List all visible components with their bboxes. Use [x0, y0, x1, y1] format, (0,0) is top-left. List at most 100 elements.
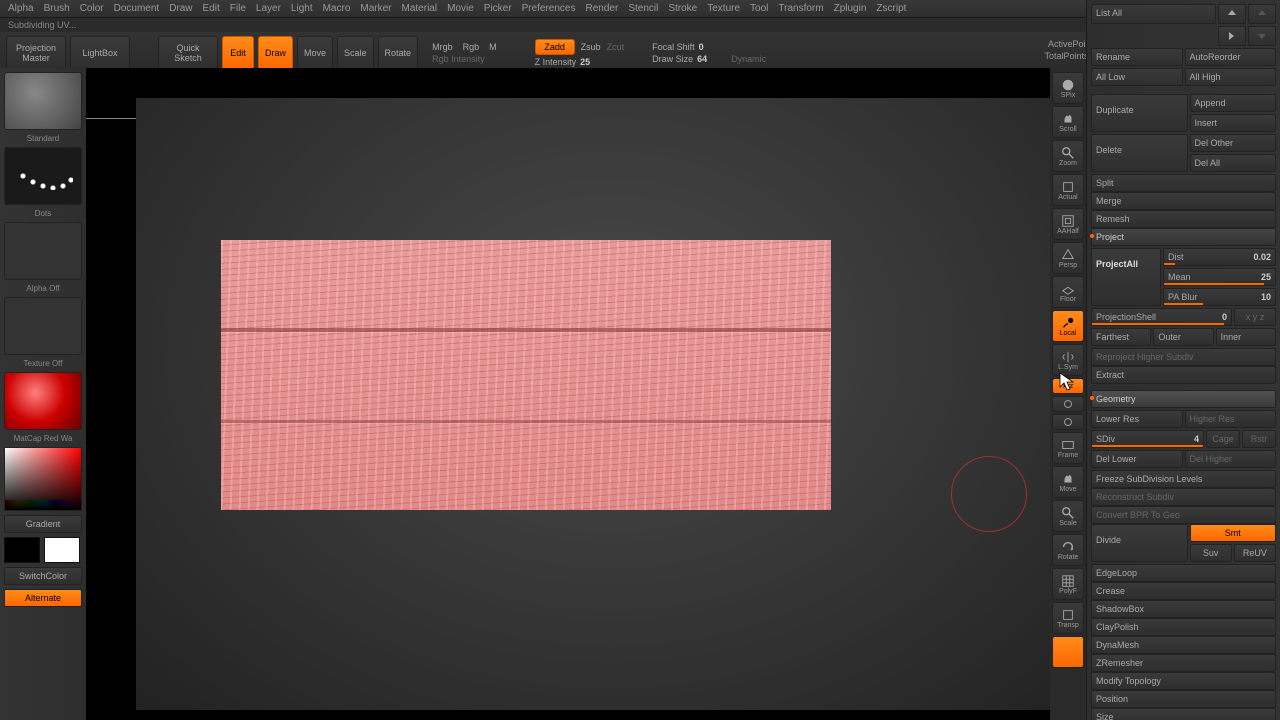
menu-preferences[interactable]: Preferences: [522, 3, 576, 14]
size-section[interactable]: Size: [1091, 708, 1276, 720]
cage-button[interactable]: Cage: [1206, 430, 1240, 448]
suv-button[interactable]: Suv: [1190, 544, 1232, 562]
arrow-up-button[interactable]: [1218, 4, 1246, 24]
zoom-button[interactable]: Zoom: [1052, 140, 1084, 172]
bpr-button[interactable]: SPix: [1052, 72, 1084, 104]
position-section[interactable]: Position: [1091, 690, 1276, 708]
menu-zplugin[interactable]: Zplugin: [834, 3, 867, 14]
arrow-up2-button[interactable]: [1248, 4, 1276, 24]
material-thumb[interactable]: [4, 372, 82, 430]
rgb-label[interactable]: Rgb: [463, 42, 480, 52]
menu-movie[interactable]: Movie: [447, 3, 474, 14]
claypolish-section[interactable]: ClayPolish: [1091, 618, 1276, 636]
dynamesh-section[interactable]: DynaMesh: [1091, 636, 1276, 654]
insert-button[interactable]: Insert: [1190, 114, 1277, 132]
smt-button[interactable]: Smt: [1190, 524, 1277, 542]
mrgb-label[interactable]: Mrgb: [432, 42, 453, 52]
color-picker[interactable]: [4, 447, 82, 511]
modify-topology-section[interactable]: Modify Topology: [1091, 672, 1276, 690]
crease-section[interactable]: Crease: [1091, 582, 1276, 600]
scale-button[interactable]: Scale: [337, 36, 374, 70]
menu-alpha[interactable]: Alpha: [8, 3, 34, 14]
frame-button[interactable]: Frame: [1052, 432, 1084, 464]
mean-slider[interactable]: Mean25: [1163, 268, 1276, 286]
menu-light[interactable]: Light: [291, 3, 313, 14]
remesh-section[interactable]: Remesh: [1091, 210, 1276, 228]
geometry-section[interactable]: Geometry: [1091, 390, 1276, 408]
higher-res-button[interactable]: Higher Res: [1185, 410, 1277, 428]
transp-button[interactable]: Transp: [1052, 602, 1084, 634]
floor-button[interactable]: Floor: [1052, 276, 1084, 308]
outer-button[interactable]: Outer: [1153, 328, 1213, 346]
scroll-button[interactable]: Scroll: [1052, 106, 1084, 138]
menu-tool[interactable]: Tool: [750, 3, 768, 14]
draw-button[interactable]: Draw: [258, 36, 293, 70]
lightbox-button[interactable]: LightBox: [70, 36, 130, 70]
menu-draw[interactable]: Draw: [169, 3, 192, 14]
project-section[interactable]: Project: [1091, 228, 1276, 246]
arrow-right-button[interactable]: [1218, 26, 1246, 46]
sync-button[interactable]: [1052, 414, 1084, 430]
scale-view-button[interactable]: Scale: [1052, 500, 1084, 532]
extract-section[interactable]: Extract: [1091, 366, 1276, 384]
autoreorder-button[interactable]: AutoReorder: [1185, 48, 1277, 66]
texture-thumb[interactable]: [4, 297, 82, 355]
reproject-button[interactable]: Reproject Higher Subdiv: [1091, 348, 1276, 366]
rotate-button[interactable]: Rotate: [378, 36, 419, 70]
inner-button[interactable]: Inner: [1216, 328, 1276, 346]
rotate-view-button[interactable]: Rotate: [1052, 534, 1084, 566]
dist-slider[interactable]: Dist0.02: [1163, 248, 1276, 266]
rename-button[interactable]: Rename: [1091, 48, 1183, 66]
projection-shell-slider[interactable]: ProjectionShell0: [1091, 308, 1232, 326]
mesh-object[interactable]: [221, 240, 831, 510]
farthest-button[interactable]: Farthest: [1091, 328, 1151, 346]
divide-button[interactable]: Divide: [1091, 524, 1188, 562]
duplicate-button[interactable]: Duplicate: [1091, 94, 1188, 132]
color-black-swatch[interactable]: [4, 537, 40, 563]
shadowbox-section[interactable]: ShadowBox: [1091, 600, 1276, 618]
all-low-button[interactable]: All Low: [1091, 68, 1183, 86]
edit-button[interactable]: Edit: [222, 36, 254, 70]
switchcolor-button[interactable]: SwitchColor: [4, 567, 82, 585]
menu-macro[interactable]: Macro: [323, 3, 351, 14]
stroke-thumb[interactable]: [4, 147, 82, 205]
dynamic-label[interactable]: Dynamic: [731, 54, 766, 64]
alpha-thumb[interactable]: [4, 222, 82, 280]
rot-button[interactable]: [1052, 396, 1084, 412]
delete-button[interactable]: Delete: [1091, 134, 1188, 172]
convert-bpr-button[interactable]: Convert BPR To Geo: [1091, 506, 1276, 524]
color-white-swatch[interactable]: [44, 537, 80, 563]
viewport[interactable]: [136, 98, 1086, 710]
zadd-button[interactable]: Zadd: [535, 39, 575, 55]
move-view-button[interactable]: Move: [1052, 466, 1084, 498]
all-high-button[interactable]: All High: [1185, 68, 1277, 86]
zcut-label[interactable]: Zcut: [607, 42, 625, 52]
menu-document[interactable]: Document: [114, 3, 160, 14]
freeze-subdiv-button[interactable]: Freeze SubDivision Levels: [1091, 470, 1276, 488]
list-all-button[interactable]: List All: [1091, 4, 1216, 24]
reconstruct-button[interactable]: Reconstruct Subdiv: [1091, 488, 1276, 506]
menu-zscript[interactable]: Zscript: [876, 3, 906, 14]
split-section[interactable]: Split: [1091, 174, 1276, 192]
xyz-flags[interactable]: x y z: [1234, 308, 1276, 326]
del-higher-button[interactable]: Del Higher: [1185, 450, 1277, 468]
menu-layer[interactable]: Layer: [256, 3, 281, 14]
quick-sketch-button[interactable]: Quick Sketch: [158, 36, 218, 70]
merge-section[interactable]: Merge: [1091, 192, 1276, 210]
menu-edit[interactable]: Edit: [203, 3, 220, 14]
menu-transform[interactable]: Transform: [778, 3, 823, 14]
menu-marker[interactable]: Marker: [360, 3, 391, 14]
menu-render[interactable]: Render: [586, 3, 619, 14]
reuv-button[interactable]: ReUV: [1234, 544, 1276, 562]
pablur-slider[interactable]: PA Blur10: [1163, 288, 1276, 306]
rstr-button[interactable]: Rstr: [1242, 430, 1276, 448]
edgeloop-section[interactable]: EdgeLoop: [1091, 564, 1276, 582]
menu-material[interactable]: Material: [402, 3, 438, 14]
hue-bar[interactable]: [5, 500, 81, 510]
polyf-button[interactable]: PolyF: [1052, 568, 1084, 600]
append-button[interactable]: Append: [1190, 94, 1277, 112]
local-button[interactable]: Local: [1052, 310, 1084, 342]
arrow-down-button[interactable]: [1248, 26, 1276, 46]
project-all-button[interactable]: ProjectAll: [1091, 248, 1161, 306]
m-label[interactable]: M: [489, 42, 497, 52]
